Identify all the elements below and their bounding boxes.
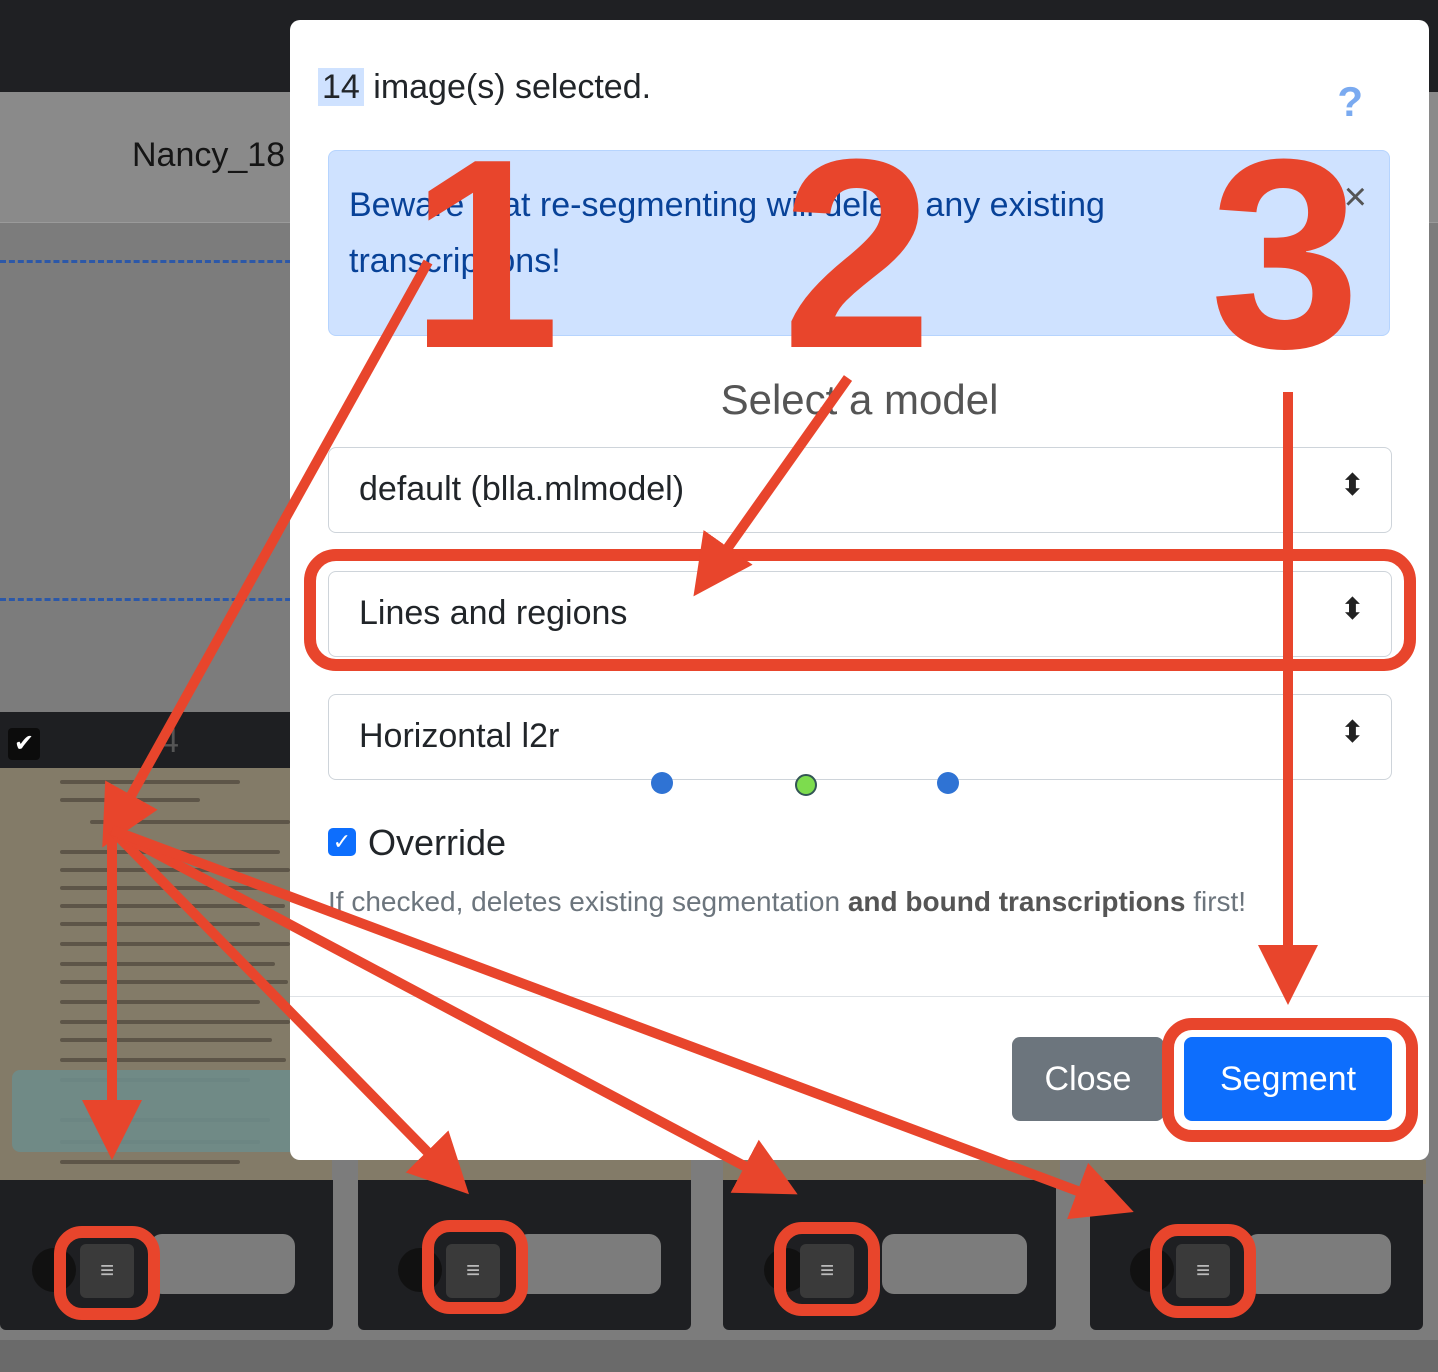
highlight-box: [304, 549, 1416, 671]
highlight-box: [1150, 1224, 1256, 1318]
annotation-overlay: [54, 259, 1418, 1320]
arrow: [109, 825, 798, 1195]
highlight-box: [1162, 1018, 1418, 1142]
highlight-box: [774, 1222, 880, 1316]
arrow: [102, 259, 433, 848]
arrow: [110, 825, 1134, 1220]
highlight-box: [422, 1220, 528, 1314]
arrow: [108, 826, 469, 1195]
highlight-box: [54, 1226, 160, 1320]
